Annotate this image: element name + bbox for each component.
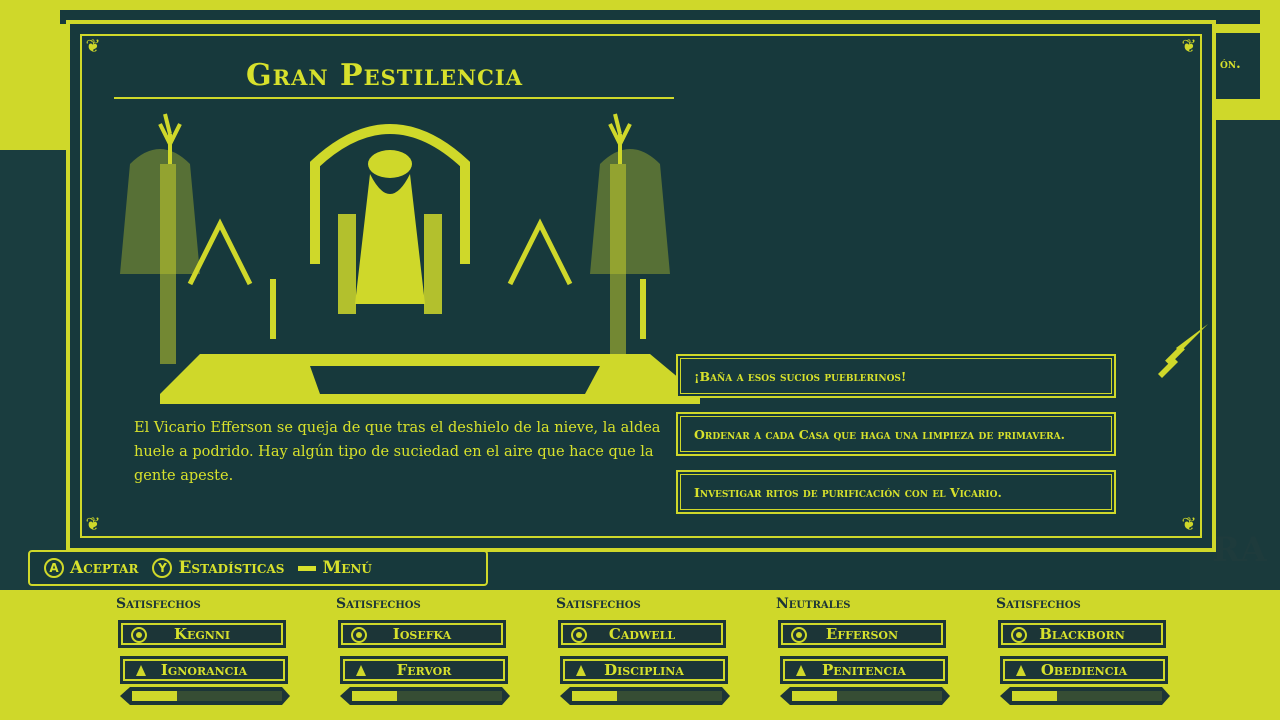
house-name-label: Cadwell <box>608 625 676 643</box>
house-card[interactable]: Satisfechos Blackborn Obediencia <box>996 596 1192 716</box>
house-name[interactable]: Cadwell <box>558 620 726 648</box>
menu-button-icon <box>298 565 317 571</box>
side-text: RA <box>1212 530 1267 570</box>
house-name[interactable]: Kegnni <box>118 620 286 648</box>
tree-icon <box>130 626 148 644</box>
house-status: Satisfechos <box>336 596 421 612</box>
house-status: Neutrales <box>776 596 851 612</box>
house-name[interactable]: Efferson <box>778 620 946 648</box>
side-tab-label: ón. <box>1220 57 1241 72</box>
tree-icon <box>570 626 588 644</box>
accept-control[interactable]: A Aceptar <box>44 558 138 578</box>
corner-ornament-icon: ❦ <box>85 514 101 535</box>
house-trait-label: Penitencia <box>822 661 906 679</box>
house-status: Satisfechos <box>116 596 201 612</box>
house-progress-bar <box>1000 687 1170 705</box>
whip-icon <box>792 662 810 680</box>
house-card[interactable]: Satisfechos Iosefka Fervor <box>336 596 532 716</box>
hand-icon <box>1012 662 1030 680</box>
dagger-cursor-icon <box>1158 324 1208 378</box>
house-progress-bar <box>780 687 950 705</box>
a-button-icon: A <box>44 558 64 578</box>
house-status: Satisfechos <box>556 596 641 612</box>
house-trait[interactable]: Obediencia <box>1000 656 1168 684</box>
hammer-icon <box>572 662 590 680</box>
house-progress-bar <box>120 687 290 705</box>
house-name-label: Iosefka <box>392 625 452 643</box>
house-trait-label: Obediencia <box>1040 661 1128 679</box>
house-progress-bar <box>340 687 510 705</box>
menu-label: Menú <box>322 558 372 578</box>
choice-option-2[interactable]: Ordenar a cada Casa que haga una limpiez… <box>676 412 1116 456</box>
controls-bar: A Aceptar Y Estadísticas Menú <box>28 550 488 586</box>
house-trait[interactable]: Penitencia <box>780 656 948 684</box>
flame-icon <box>352 662 370 680</box>
house-trait-label: Disciplina <box>604 661 684 679</box>
house-name[interactable]: Blackborn <box>998 620 1166 648</box>
crest-icon <box>350 626 368 644</box>
choice-option-3[interactable]: Investigar ritos de purificación con el … <box>676 470 1116 514</box>
house-trait[interactable]: Disciplina <box>560 656 728 684</box>
house-name[interactable]: Iosefka <box>338 620 506 648</box>
house-card[interactable]: Satisfechos Cadwell Disciplina <box>556 596 752 716</box>
banner-icon <box>1010 626 1028 644</box>
house-name-label: Kegnni <box>173 625 231 643</box>
corner-ornament-icon: ❦ <box>1181 514 1197 535</box>
head-icon <box>132 662 150 680</box>
house-trait[interactable]: Fervor <box>340 656 508 684</box>
house-card[interactable]: Satisfechos Kegnni Ignorancia <box>116 596 312 716</box>
stats-label: Estadísticas <box>178 558 285 578</box>
corner-ornament-icon: ❦ <box>1181 36 1197 57</box>
event-description: El Vicario Efferson se queja de que tras… <box>134 420 661 484</box>
house-name-label: Blackborn <box>1039 625 1125 643</box>
house-trait-label: Ignorancia <box>160 661 248 679</box>
house-trait-label: Fervor <box>396 661 452 679</box>
event-illustration <box>120 113 700 404</box>
house-trait[interactable]: Ignorancia <box>120 656 288 684</box>
y-button-icon: Y <box>152 558 173 578</box>
house-name-label: Efferson <box>825 625 899 643</box>
event-title: Gran Pestilencia <box>246 58 523 93</box>
rose-icon <box>790 626 808 644</box>
accept-label: Aceptar <box>70 558 139 578</box>
menu-control[interactable]: Menú <box>298 558 372 578</box>
corner-ornament-icon: ❦ <box>85 36 101 57</box>
house-card[interactable]: Neutrales Efferson Penitencia <box>776 596 972 716</box>
stats-control[interactable]: Y Estadísticas <box>152 558 284 578</box>
title-divider <box>114 97 674 99</box>
house-status: Satisfechos <box>996 596 1081 612</box>
house-progress-bar <box>560 687 730 705</box>
choice-option-1[interactable]: ¡Baña a esos sucios pueblerinos! <box>676 354 1116 398</box>
